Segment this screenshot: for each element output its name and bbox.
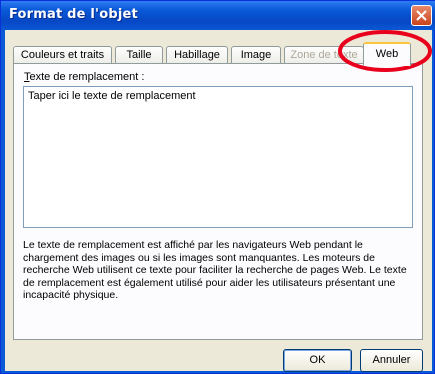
dialog-body: Couleurs et traits Taille Habillage Imag… [5,30,432,372]
close-icon [416,10,427,21]
ok-button[interactable]: OK [283,349,352,372]
dialog-window: Format de l'objet Couleurs et traits Tai… [0,0,435,374]
alt-text-label: Texte de remplacement : [24,71,144,83]
alt-text-input[interactable]: Taper ici le texte de remplacement [23,86,413,228]
alt-text-label-rest: exte de remplacement : [29,71,145,83]
close-button[interactable] [411,5,432,26]
tab-panel-web: Texte de remplacement : Taper ici le tex… [13,63,423,340]
tab-web[interactable]: Web [363,42,411,66]
help-text: Le texte de remplacement est affiché par… [23,239,407,302]
window-title: Format de l'objet [9,7,138,22]
title-bar[interactable]: Format de l'objet [1,1,435,30]
cancel-button[interactable]: Annuler [360,349,423,372]
